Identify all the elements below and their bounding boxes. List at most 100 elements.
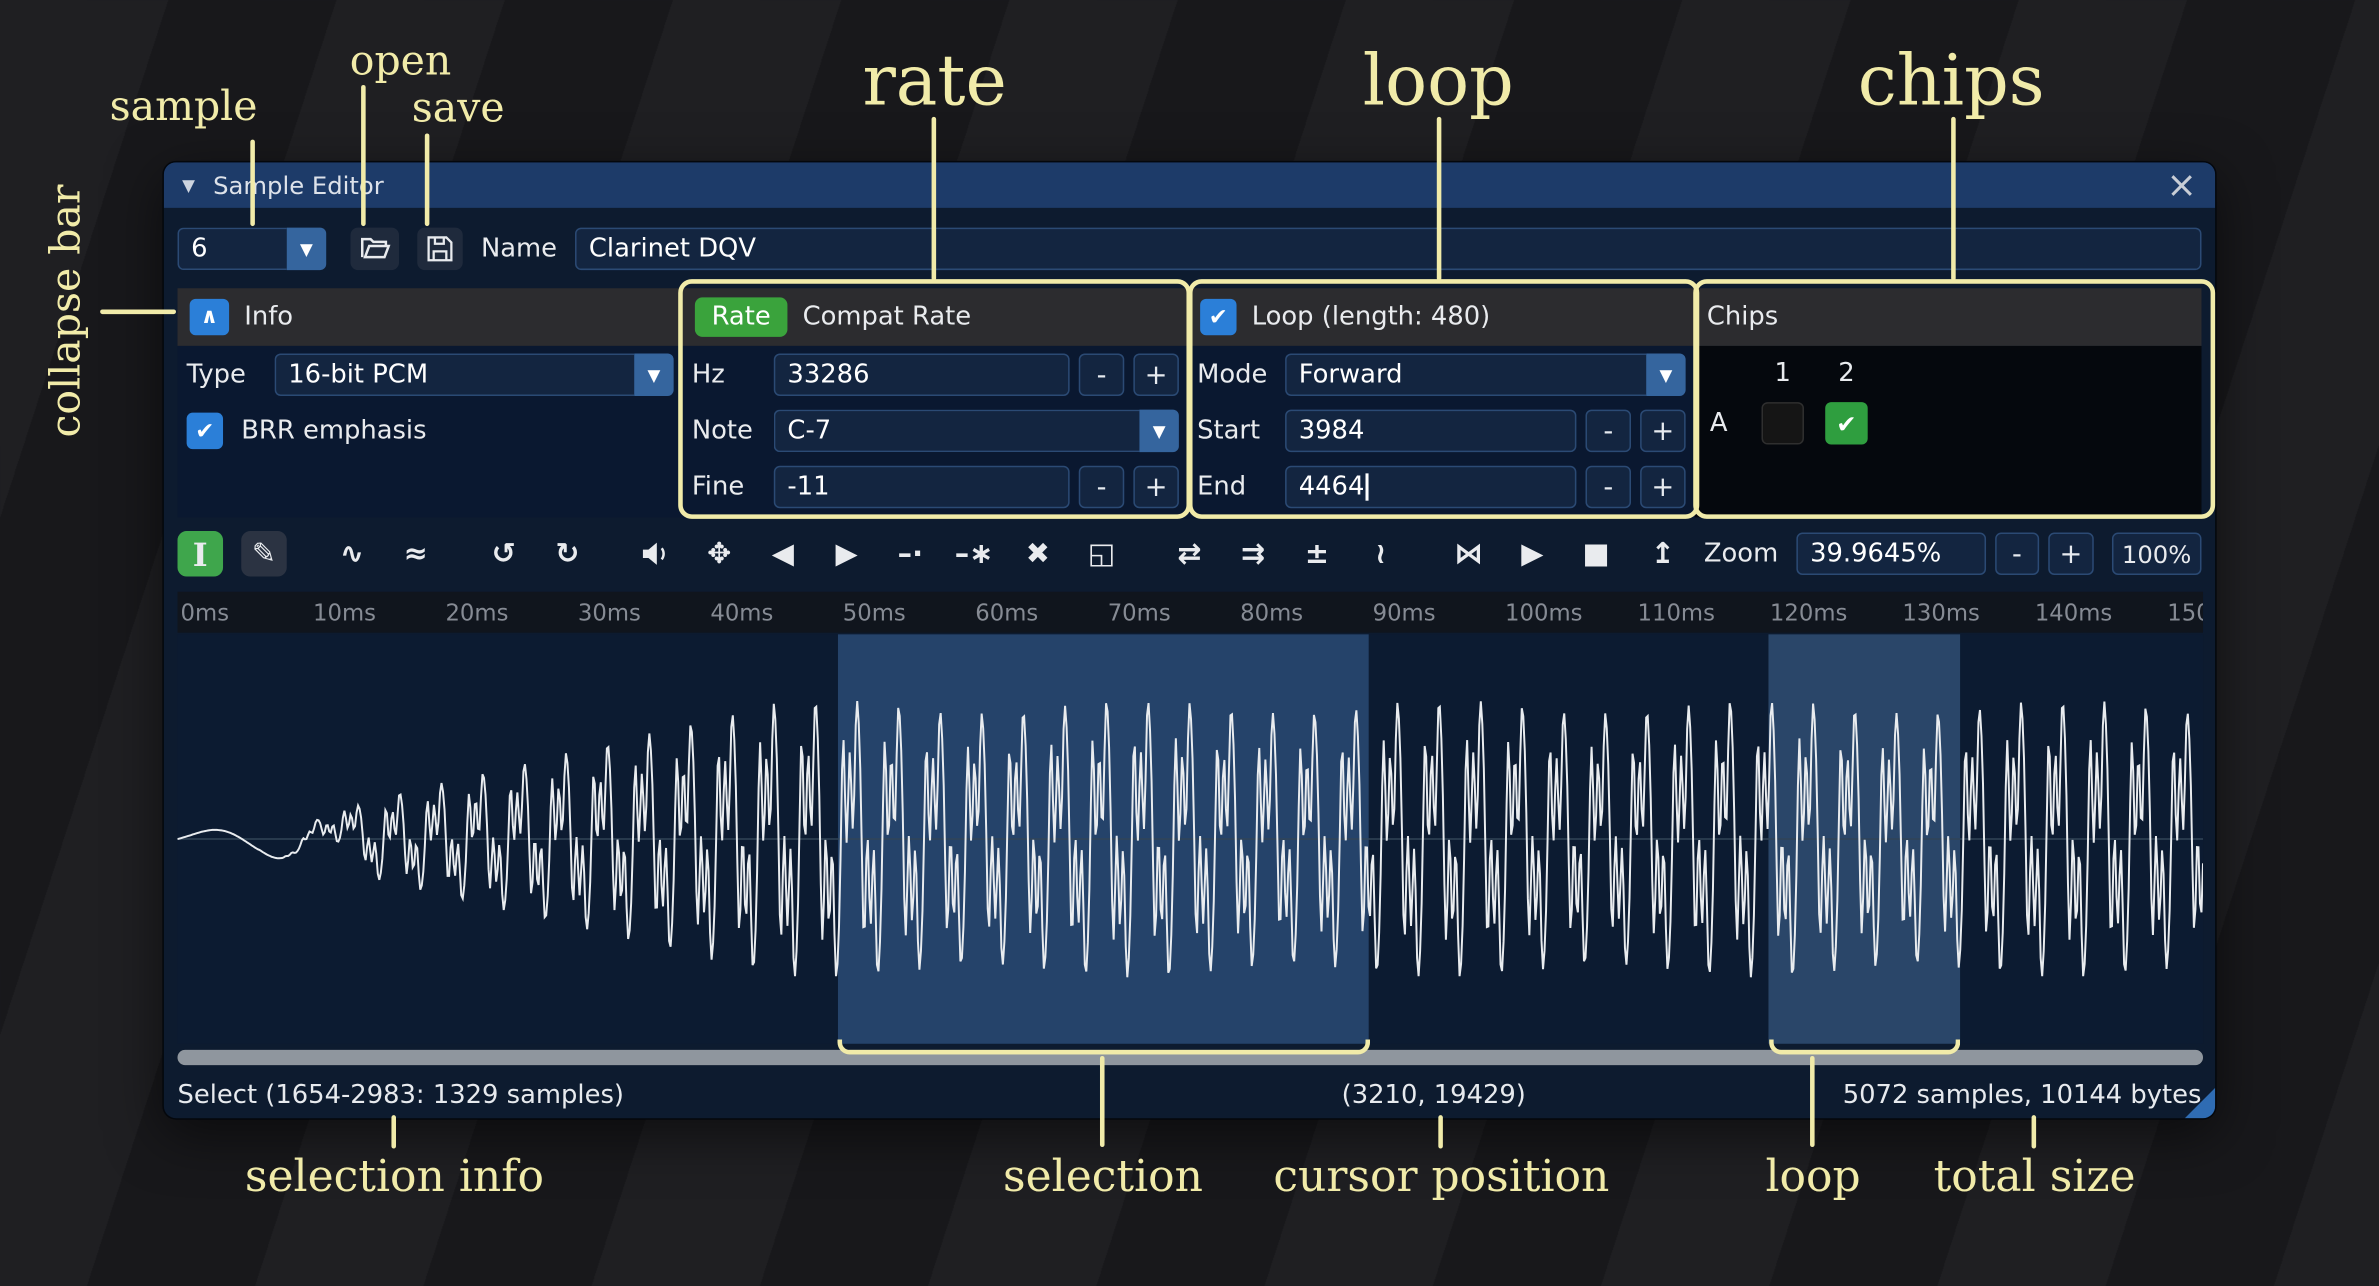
cursor-position-text: (3210, 19429) xyxy=(1342,1080,1526,1110)
annotation-line xyxy=(250,140,255,226)
tick-label: 30ms xyxy=(575,599,707,626)
collapse-info-button[interactable]: ∧ xyxy=(190,299,229,335)
annotation-selection: selection xyxy=(1003,1150,1203,1202)
undo-button[interactable]: ↺ xyxy=(481,531,527,577)
tick-label: 70ms xyxy=(1105,599,1237,626)
zoom-in-button[interactable]: + xyxy=(2049,533,2094,575)
tick-label: 80ms xyxy=(1237,599,1369,626)
name-input[interactable]: Clarinet DQV xyxy=(575,228,2201,270)
speaker-icon xyxy=(639,537,672,570)
chevron-down-icon[interactable]: ▼ xyxy=(634,354,673,396)
brr-emphasis-label: BRR emphasis xyxy=(241,416,673,446)
zoom-reset-button[interactable]: 100% xyxy=(2112,533,2202,575)
apply-silence-button[interactable]: –∗ xyxy=(951,531,997,577)
delete-button[interactable]: ✖ xyxy=(1015,531,1061,577)
tick-label: 0ms xyxy=(178,599,310,626)
annotation-loop-region: loop xyxy=(1765,1150,1860,1202)
titlebar[interactable]: ▼ Sample Editor × xyxy=(164,162,2215,208)
annotation-line xyxy=(1951,117,1956,281)
tick-label: 130ms xyxy=(1899,599,2031,626)
tick-label: 40ms xyxy=(707,599,839,626)
annotation-collapse-bar: collapse bar xyxy=(43,185,90,438)
annotation-line xyxy=(1437,117,1442,281)
annotation-rate: rate xyxy=(862,39,1006,121)
brr-emphasis-checkbox[interactable]: ✔ xyxy=(187,413,223,449)
upload-button[interactable]: ↥ xyxy=(1640,531,1686,577)
toolbar: I ✎ ∿ ≈ ↺ ↻ ✥ xyxy=(178,528,2202,580)
tick-label: 100ms xyxy=(1502,599,1634,626)
sample-number-dropdown[interactable]: 6 ▼ xyxy=(178,228,333,270)
sample-row: 6 ▼ Name Clarinet DQV xyxy=(178,228,2202,270)
trim-button[interactable]: ◱ xyxy=(1079,531,1125,577)
zoom-input[interactable]: 39.9645% xyxy=(1796,533,1985,575)
resize-grip[interactable] xyxy=(2185,1088,2215,1118)
window-title: Sample Editor xyxy=(213,171,2166,200)
annotation-line xyxy=(100,310,176,315)
save-icon xyxy=(425,234,455,264)
tick-label: 90ms xyxy=(1370,599,1502,626)
info-body: Type 16-bit PCM ▼ ✔ BRR emphasis xyxy=(178,346,683,517)
type-value: 16-bit PCM xyxy=(275,354,635,396)
annotation-line xyxy=(1438,1115,1443,1148)
total-size-text: 5072 samples, 10144 bytes xyxy=(1843,1080,2202,1110)
sample-number-value: 6 xyxy=(178,228,287,270)
info-section: ∧ Info Type 16-bit PCM ▼ ✔ BRR emphasis xyxy=(178,288,683,517)
tick-label: 140ms xyxy=(2032,599,2164,626)
tick-label: 60ms xyxy=(972,599,1104,626)
chevron-down-icon[interactable]: ▼ xyxy=(287,228,326,270)
annotation-total-size: total size xyxy=(1934,1150,2136,1202)
edit-mode-draw-button[interactable]: ✎ xyxy=(241,531,287,577)
tick-label: 150 xyxy=(2164,599,2203,626)
loop-bracket xyxy=(1769,1039,1960,1054)
signed-unsigned-button[interactable]: ± xyxy=(1294,531,1340,577)
fade-out-button[interactable]: ▶ xyxy=(824,531,870,577)
waveform-view[interactable] xyxy=(178,634,2203,1044)
annotation-line xyxy=(425,134,430,227)
folder-open-icon xyxy=(358,232,391,265)
status-bar: Select (1654-2983: 1329 samples) (3210, … xyxy=(164,1073,2215,1119)
fade-in-button[interactable]: ◀ xyxy=(760,531,806,577)
tick-label: 50ms xyxy=(840,599,972,626)
timeline-ruler: 0ms 10ms 20ms 30ms 40ms 50ms 60ms 70ms 8… xyxy=(178,592,2203,633)
annotation-loop: loop xyxy=(1363,39,1514,121)
annotation-line xyxy=(2032,1115,2037,1148)
zoom-out-button[interactable]: - xyxy=(1994,533,2039,575)
edit-mode-select-button[interactable]: I xyxy=(178,531,224,577)
preview-button[interactable]: ▶ xyxy=(1510,531,1556,577)
type-dropdown[interactable]: 16-bit PCM ▼ xyxy=(275,354,674,396)
stop-button[interactable]: ■ xyxy=(1573,531,1619,577)
type-label: Type xyxy=(187,360,266,390)
annotation-save: save xyxy=(412,85,505,132)
insert-silence-button[interactable]: –· xyxy=(888,531,934,577)
annotation-line xyxy=(361,85,366,226)
amplify-button[interactable] xyxy=(633,531,679,577)
zoom-label: Zoom xyxy=(1704,539,1778,569)
chips-annotation-box xyxy=(1693,279,2215,519)
name-label: Name xyxy=(481,234,557,264)
annotation-cursor-position: cursor position xyxy=(1273,1150,1609,1202)
resize-button[interactable]: ∿ xyxy=(329,531,375,577)
invert-button[interactable]: ⇉ xyxy=(1230,531,1276,577)
annotation-line xyxy=(391,1115,396,1148)
window-collapse-icon[interactable]: ▼ xyxy=(182,175,195,195)
annotation-open: open xyxy=(350,38,452,85)
filter-button[interactable]: ≀ xyxy=(1358,531,1404,577)
normalize-button[interactable]: ✥ xyxy=(696,531,742,577)
save-sample-button[interactable] xyxy=(417,228,463,270)
crossfade-button[interactable]: ⋈ xyxy=(1446,531,1492,577)
annotation-line xyxy=(932,117,937,281)
selection-bracket xyxy=(838,1039,1371,1054)
rate-annotation-box xyxy=(678,279,1191,519)
loop-annotation-box xyxy=(1188,279,1699,519)
reverse-button[interactable]: ⇄ xyxy=(1167,531,1213,577)
close-icon[interactable]: × xyxy=(2166,167,2197,203)
annotation-selection-info: selection info xyxy=(245,1150,544,1202)
annotation-line xyxy=(1100,1056,1105,1147)
annotation-line xyxy=(1810,1056,1815,1147)
resample-button[interactable]: ≈ xyxy=(393,531,439,577)
stage: ▼ Sample Editor × 6 ▼ xyxy=(0,0,2379,1286)
tick-label: 10ms xyxy=(310,599,442,626)
tick-label: 110ms xyxy=(1634,599,1766,626)
open-sample-button[interactable] xyxy=(350,228,399,270)
redo-button[interactable]: ↻ xyxy=(545,531,591,577)
